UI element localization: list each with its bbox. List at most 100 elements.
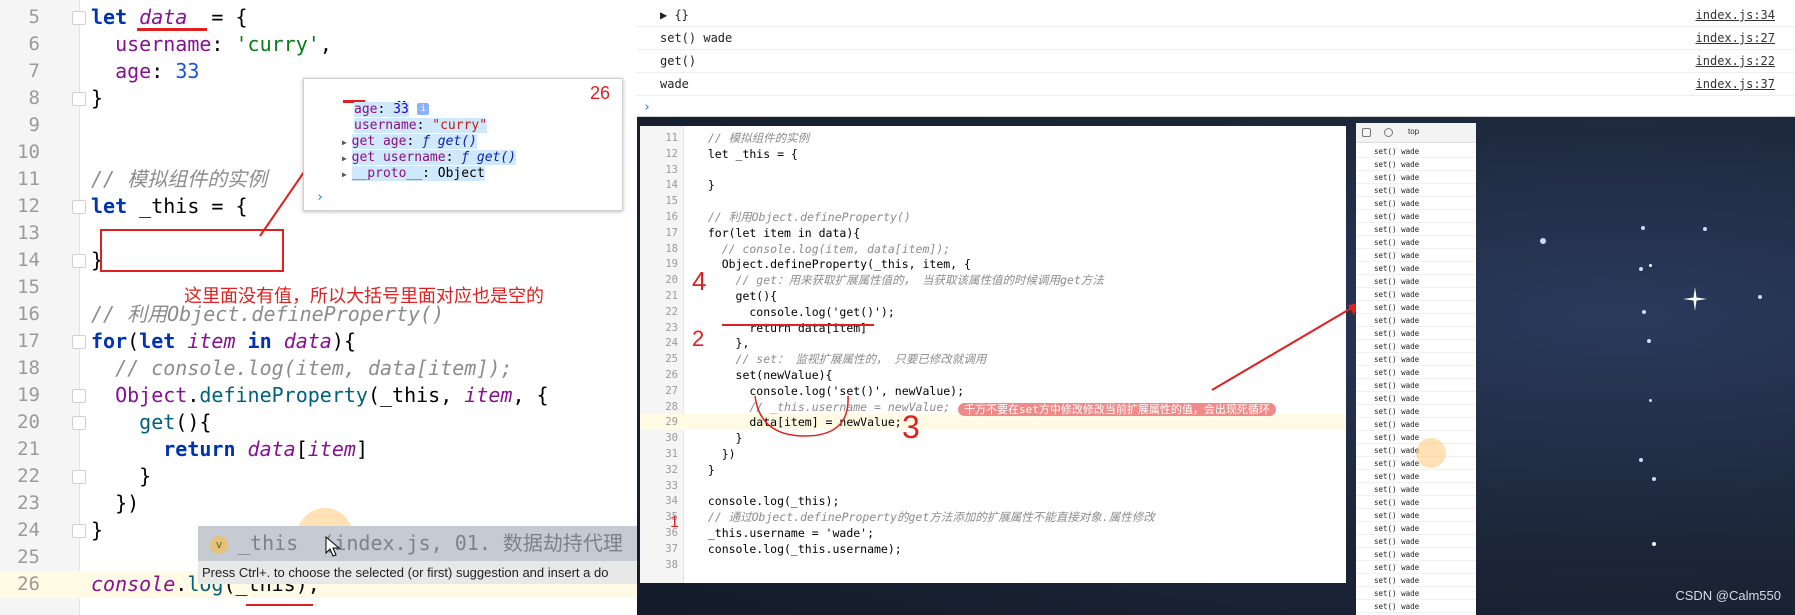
clear-console-icon[interactable]	[1384, 128, 1393, 137]
expand-arrow-icon[interactable]: ▶	[342, 138, 352, 147]
code-line[interactable]: 21 return data[item]	[0, 436, 637, 463]
code-text: })	[91, 491, 140, 515]
inner-devtools-console[interactable]: top set() wade set() wade set() wade set() …	[1356, 123, 1476, 615]
line-number: 27	[665, 384, 678, 397]
console-row: set() wade	[1356, 535, 1476, 548]
code-line[interactable]: 12 let _this = {	[640, 146, 1346, 162]
code-text: for(let item in data){	[694, 225, 861, 240]
fold-marker[interactable]	[72, 470, 86, 484]
expand-arrow-icon[interactable]: ▶	[342, 154, 352, 163]
code-text: Object.defineProperty(_this, item, {	[694, 257, 971, 272]
code-line[interactable]: 19 Object.defineProperty(_this, item, {	[0, 382, 637, 409]
line-number: 16	[17, 303, 40, 325]
fold-marker[interactable]	[72, 254, 86, 268]
code-line[interactable]: 19 Object.defineProperty(_this, item, {	[640, 256, 1346, 272]
fold-marker[interactable]	[72, 11, 86, 25]
console-row: set() wade	[1356, 574, 1476, 587]
code-line[interactable]: 33	[640, 478, 1346, 494]
code-text: let _this = {	[91, 194, 248, 218]
console-row: set() wade	[1356, 379, 1476, 392]
code-line[interactable]: 6 username: 'curry',	[0, 31, 637, 58]
code-line[interactable]: 37 console.log(_this.username);	[640, 541, 1346, 557]
code-text: // console.log(item, data[item]);	[694, 241, 951, 256]
fold-marker[interactable]	[72, 524, 86, 538]
code-text: // 通过Object.defineProperty的get方法添加的扩展属性不…	[694, 510, 1155, 525]
source-link[interactable]: index.js:37	[1696, 73, 1775, 96]
code-line[interactable]: 22 }	[0, 463, 637, 490]
code-text: // 利用Object.defineProperty()	[694, 210, 911, 224]
line-number: 20	[17, 411, 40, 433]
console-row: set() wade	[1356, 392, 1476, 405]
object-property-row[interactable]: ▶ __proto__: Object	[342, 165, 485, 183]
code-text: _this.username = 'wade';	[694, 526, 875, 540]
console-message[interactable]: ▶ {}	[660, 4, 689, 27]
code-line[interactable]: 34 console.log(_this);	[640, 493, 1346, 509]
source-link[interactable]: index.js:22	[1696, 50, 1775, 73]
console-row: set() wade	[1356, 548, 1476, 561]
fold-marker[interactable]	[72, 416, 86, 430]
expand-arrow-icon[interactable]: ▶	[342, 170, 352, 179]
code-line[interactable]: 35 // 通过Object.defineProperty的get方法添加的扩展…	[640, 509, 1346, 525]
console-message: wade	[660, 77, 689, 91]
code-line[interactable]: 18 // console.log(item, data[item]);	[640, 241, 1346, 257]
code-line[interactable]: 20 get(){	[0, 409, 637, 436]
code-line[interactable]: 5 let data = {	[0, 4, 637, 31]
sidebar-toggle-icon[interactable]	[1362, 128, 1371, 137]
handwritten-mark-four: 4	[692, 266, 707, 296]
code-text: username: 'curry',	[115, 32, 332, 56]
console-row: get() index.js:22	[637, 50, 1795, 73]
code-line[interactable]: 18 // console.log(item, data[item]);	[0, 355, 637, 382]
code-line[interactable]: 20 // get：用来获取扩展属性值的， 当获取该属性值的时候调用get方法	[640, 272, 1346, 288]
line-number: 25	[665, 353, 678, 366]
code-line[interactable]: 14 }	[640, 177, 1346, 193]
code-text: // get：用来获取扩展属性值的， 当获取该属性值的时候调用get方法	[694, 273, 1104, 288]
code-line[interactable]: 13	[640, 162, 1346, 178]
suggestion-item[interactable]: v _this (index.js, 01. 数据劫持代理	[198, 526, 637, 560]
source-link[interactable]: index.js:27	[1696, 27, 1775, 50]
object-header[interactable]: ▼ {} i	[336, 81, 430, 115]
code-line[interactable]: 36 _this.username = 'wade';	[640, 525, 1346, 541]
line-number: 21	[17, 438, 40, 460]
fold-marker[interactable]	[72, 389, 86, 403]
console-row: set() wade	[1356, 353, 1476, 366]
code-text: get(){	[139, 410, 212, 434]
console-row: set() wade	[1356, 288, 1476, 301]
underline-annotation	[246, 604, 313, 606]
console-row: set() wade	[1356, 145, 1476, 158]
browser-console[interactable]: ▶ {} index.js:34 set() wade index.js:27 get(…	[637, 0, 1795, 117]
handwritten-mark-two: 2	[692, 326, 705, 351]
fold-marker[interactable]	[72, 200, 86, 214]
console-prompt[interactable]: ›	[643, 100, 651, 115]
console-row: set() wade	[1356, 483, 1476, 496]
line-number: 11	[665, 132, 678, 144]
line-number: 13	[17, 222, 40, 244]
autocomplete-dropdown[interactable]: v _this (index.js, 01. 数据劫持代理 Press Ctrl+…	[198, 526, 637, 584]
left-code-editor[interactable]: 5 let data = {6 username: 'curry', 7 age: …	[0, 0, 637, 615]
variable-icon: v	[210, 535, 228, 554]
code-line[interactable]: 32 }	[640, 462, 1346, 478]
console-prompt[interactable]: ›	[316, 189, 324, 207]
console-row: set() wade	[1356, 366, 1476, 379]
code-text: // 模拟组件的实例	[694, 131, 810, 145]
line-number: 29	[665, 416, 678, 429]
code-line[interactable]: 14}	[0, 247, 637, 274]
code-line[interactable]: 11 // 模拟组件的实例	[640, 130, 1346, 146]
code-text: })	[694, 447, 736, 461]
fold-marker[interactable]	[72, 335, 86, 349]
code-line[interactable]: 16 // 利用Object.defineProperty()	[640, 209, 1346, 225]
object-inspector-popup[interactable]: ▼ {} i 26 age: 33username: "curry"▶ get …	[303, 78, 623, 211]
explanation-annotation: 这里面没有值，所以大括号里面对应也是空的	[184, 286, 544, 306]
source-link[interactable]: index.js:34	[1696, 4, 1775, 27]
code-line[interactable]: 17 for(let item in data){	[0, 328, 637, 355]
code-line[interactable]: 15	[640, 193, 1346, 209]
code-line[interactable]: 30 }	[640, 430, 1346, 446]
code-line[interactable]: 17 for(let item in data){	[640, 225, 1346, 241]
code-text: // console.log(item, data[item]);	[91, 356, 513, 380]
code-line[interactable]: 31 })	[640, 446, 1346, 462]
code-line[interactable]: 38	[640, 557, 1346, 573]
star	[1639, 458, 1643, 462]
console-row: set() wade	[1356, 236, 1476, 249]
context-selector[interactable]: top	[1408, 127, 1419, 136]
line-number: 11	[17, 168, 40, 190]
fold-marker[interactable]	[72, 92, 86, 106]
